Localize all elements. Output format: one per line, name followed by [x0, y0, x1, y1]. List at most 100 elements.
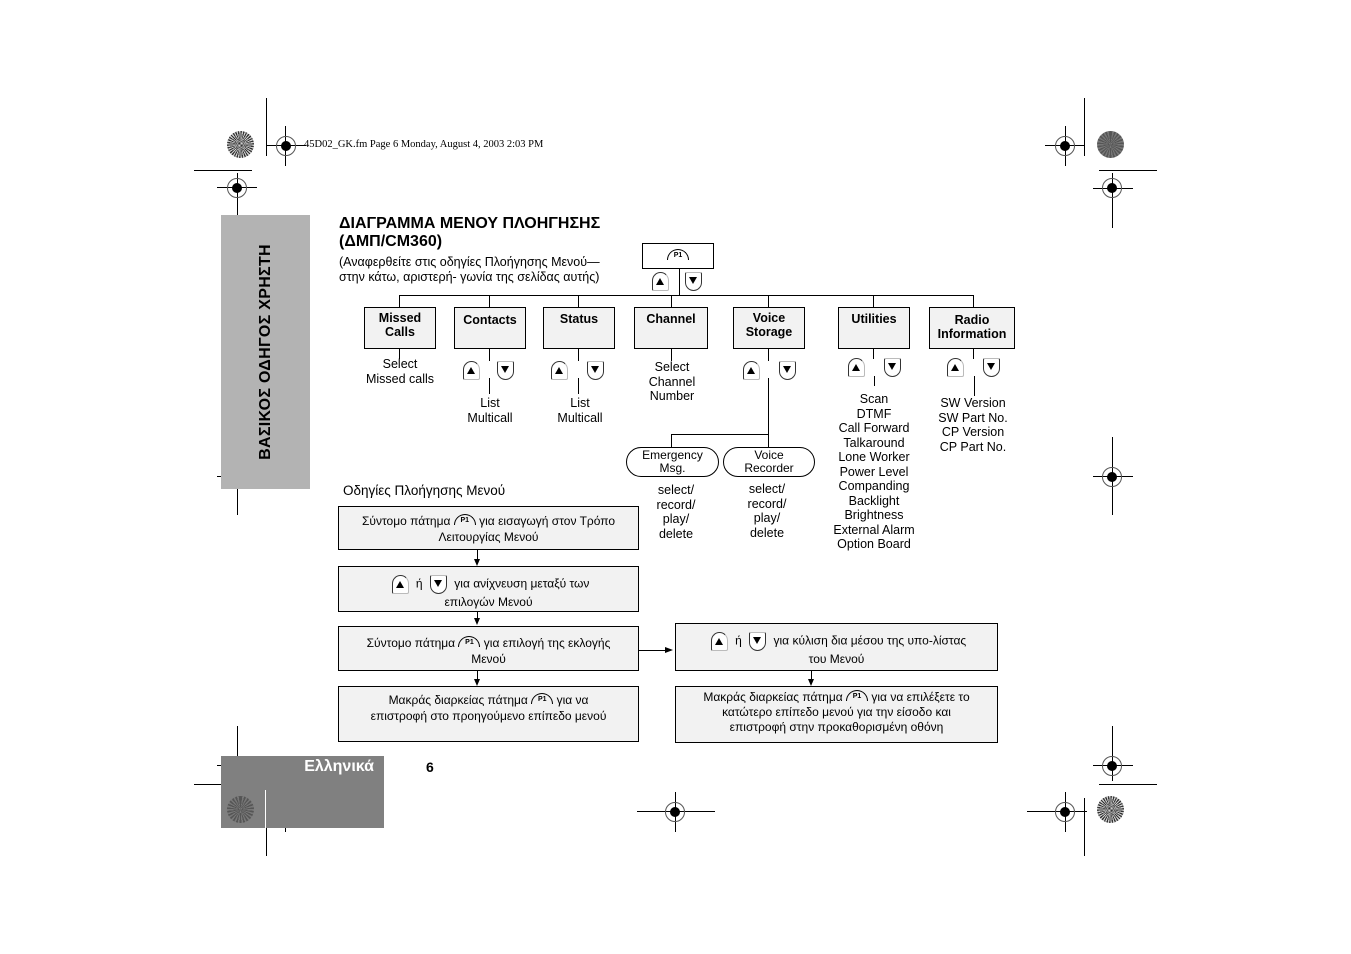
menu-item-label: Channel	[646, 312, 696, 326]
submenu-item: Select	[382, 357, 418, 371]
p1-button-icon: P1	[531, 693, 554, 704]
submenu-item: CP Version	[941, 425, 1005, 439]
side-section-tab: ΒΑΣΙΚΟΣ ΟΔΗΓΟΣ ΧΡΗΣΤΗ	[221, 215, 310, 489]
instruction-text: ή	[735, 633, 742, 648]
instruction-text: ή	[415, 576, 423, 591]
page-number: 6	[426, 759, 434, 775]
submenu-item: List	[480, 396, 500, 410]
instruction-text: για ανίχνευση μεταξύ των	[454, 576, 590, 591]
emergency-msg-actions: select/ record/ play/ delete	[631, 483, 721, 541]
voice-recorder-actions: select/ record/ play/ delete	[722, 482, 812, 540]
up-button-icon	[710, 632, 728, 651]
page-title: ΔΙΑΓΡΑΜΜΑ ΜΕΝΟΥ ΠΛΟΗΓΗΣΗΣ (ΔΜΠ/CM360)	[339, 215, 600, 251]
registration-mark	[1045, 126, 1085, 166]
page-subtitle: (Αναφερθείτε στις οδηγίες Πλοήγησης Μενο…	[339, 255, 600, 284]
menu-item-label: Contacts	[463, 313, 517, 327]
menu-item-contacts: Contacts	[454, 307, 526, 349]
menu-item-radio-information: Radio Information	[929, 307, 1015, 349]
submenu-item: DTMF	[856, 406, 892, 421]
submenu-item: Scan	[859, 392, 889, 406]
instruction-text: Σύντομο πάτημα	[361, 514, 451, 528]
footer-language-tab: Ελληνικά	[221, 756, 384, 828]
submenu-item: Number	[649, 389, 695, 403]
color-rosette	[1097, 131, 1124, 158]
menu-item-label: Missed	[378, 311, 422, 325]
menu-item-label: Voice	[752, 311, 786, 325]
menu-item-label: Status	[559, 312, 599, 326]
action-item: play/	[753, 511, 781, 525]
instruction-text: Λειτουργίας Μενού	[438, 530, 539, 544]
registration-mark	[637, 792, 715, 832]
color-rosette	[1097, 796, 1124, 823]
instruction-step-4: Μακράς διαρκείας πάτημα P1 για να επιστρ…	[338, 686, 639, 742]
registration-mark	[1093, 168, 1133, 228]
action-item: record/	[747, 496, 787, 511]
submenu-voice-recorder: Voice Recorder	[723, 447, 815, 477]
up-button-icon	[551, 361, 568, 380]
instructions-heading: Οδηγίες Πλοήγησης Μενού	[343, 483, 506, 498]
down-button-icon	[983, 358, 1000, 377]
menu-item-voice-storage: Voice Storage	[733, 307, 805, 349]
p1-button-icon: P1	[667, 249, 689, 260]
instruction-step-1: Σύντομο πάτημα P1 για εισαγωγή στον Τρόπ…	[338, 506, 639, 550]
instruction-step-3: Σύντομο πάτημα P1 για επιλογή της εκλογή…	[338, 626, 639, 671]
instruction-text: επιστροφή στο προηγούμενο επίπεδο μενού	[370, 709, 607, 723]
action-item: record/	[656, 497, 696, 512]
p1-button-icon: P1	[846, 690, 869, 701]
submenu-item: SW Part No.	[938, 410, 1008, 425]
submenu-item: External Alarm	[833, 522, 915, 537]
instruction-text: Σύντομο πάτημα	[366, 636, 456, 650]
instruction-text: επιλογών Μενού	[444, 595, 533, 609]
submenu-channel: Select Channel Number	[627, 360, 717, 404]
submenu-label: Recorder	[744, 461, 794, 475]
subtitle-line: (Αναφερθείτε στις οδηγίες Πλοήγησης Μενο…	[339, 255, 600, 269]
instruction-text: του Μενού	[808, 652, 865, 666]
p1-button-icon: P1	[453, 514, 476, 525]
submenu-item: Option Board	[837, 537, 911, 551]
instruction-step-6: Μακράς διαρκείας πάτημα P1 για να επιλέξ…	[675, 686, 998, 743]
submenu-item: Brightness	[844, 508, 904, 522]
submenu-label: Msg.	[659, 461, 686, 475]
up-button-icon	[947, 358, 964, 377]
down-button-icon	[587, 361, 604, 380]
color-rosette	[227, 131, 254, 158]
submenu-item: Talkaround	[843, 435, 905, 450]
action-item: select/	[748, 482, 786, 496]
instruction-text: Μενού	[471, 652, 506, 666]
submenu-item: Multicall	[467, 410, 513, 425]
up-button-icon	[848, 358, 865, 377]
submenu-status: List Multicall	[535, 396, 625, 425]
submenu-item: Channel	[648, 374, 696, 389]
section-label: ΒΑΣΙΚΟΣ ΟΔΗΓΟΣ ΧΡΗΣΤΗ	[256, 244, 274, 460]
submenu-radio-information: SW Version SW Part No. CP Version CP Par…	[923, 396, 1023, 454]
registration-mark	[1093, 726, 1133, 786]
title-line: (ΔΜΠ/CM360)	[339, 233, 443, 250]
action-item: delete	[658, 526, 694, 541]
submenu-item: Call Forward	[838, 421, 910, 435]
action-item: delete	[749, 525, 785, 540]
instruction-step-5: ή για κύλιση δια μέσου της υπο-λίστας το…	[675, 623, 998, 671]
menu-item-label: Information	[937, 327, 1007, 341]
instruction-text: κατώτερο επίπεδο μενού για την είσοδο κα…	[722, 705, 951, 719]
instruction-text: Μακράς διαρκείας πάτημα	[388, 693, 528, 707]
down-button-icon	[779, 361, 796, 380]
instruction-text: για εισαγωγή στον Τρόπο	[479, 514, 616, 528]
flow-arrow	[808, 679, 814, 686]
flow-arrow	[474, 618, 480, 625]
instruction-text: Μακράς διαρκείας πάτημα	[703, 690, 843, 704]
up-button-icon	[463, 361, 480, 380]
menu-item-label: Utilities	[851, 312, 897, 326]
menu-item-status: Status	[543, 307, 615, 349]
down-button-icon	[749, 632, 767, 651]
p1-button-icon: P1	[458, 636, 481, 647]
flow-arrow	[665, 647, 673, 653]
language-label: Ελληνικά	[304, 758, 374, 775]
up-button-icon	[652, 272, 669, 291]
submenu-item: List	[570, 396, 590, 410]
submenu-contacts: List Multicall	[445, 396, 535, 425]
instruction-step-2: ή για ανίχνευση μεταξύ των επιλογών Μενο…	[338, 566, 639, 612]
submenu-item: Missed calls	[365, 371, 435, 386]
p1-root-box: P1	[642, 243, 714, 269]
flow-arrow	[474, 679, 480, 686]
submenu-missed-calls: Select Missed calls	[355, 357, 445, 386]
